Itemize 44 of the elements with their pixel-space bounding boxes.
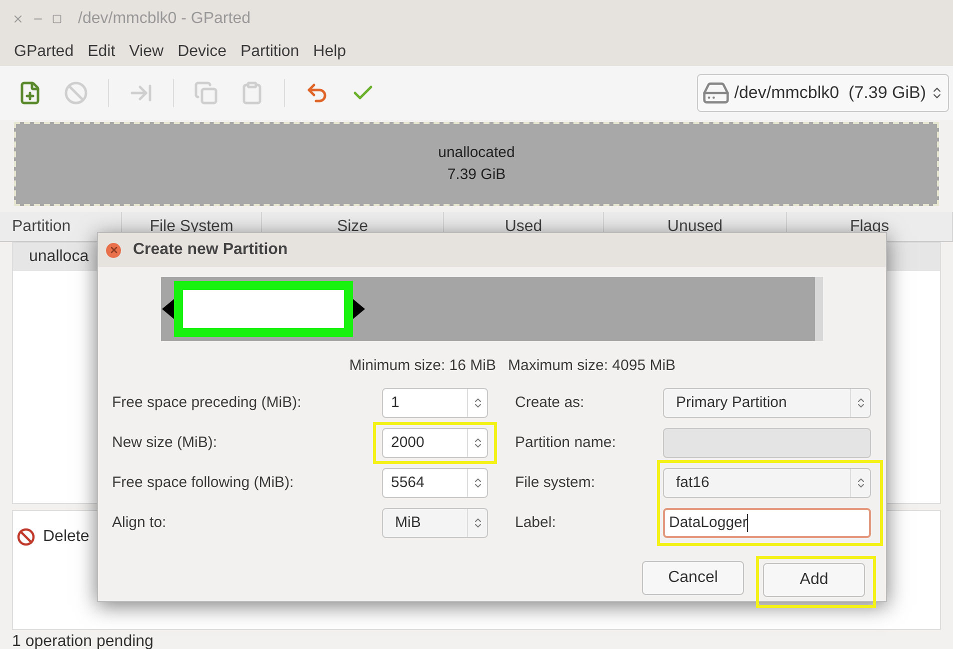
spin-field[interactable]: 1 [382,388,488,418]
left-arrow-icon[interactable] [162,299,174,319]
right-arrow-icon[interactable] [353,299,366,319]
menu-item[interactable]: Partition [234,40,306,64]
dropdown[interactable]: Primary Partition [663,388,871,418]
dropdown[interactable]: fat16 [663,468,871,498]
maximum-size-text: Maximum size: 4095 MiB [508,356,676,376]
new-file-icon [18,81,42,105]
copy-icon [194,81,218,105]
table-cell-text: unalloca [29,247,89,267]
spin-field[interactable]: 2000 [382,428,488,458]
operation-text: Delete [43,527,90,547]
menu-item[interactable]: GParted [8,40,80,64]
no-entry-icon [64,81,88,105]
maximize-icon[interactable] [52,14,62,24]
cancel-button[interactable]: Cancel [642,561,744,595]
field-label: Partition name: [515,432,617,453]
spin-field[interactable]: 5564 [382,468,488,498]
field-label: Align to: [112,512,168,533]
partition-size: 7.39 GiB [447,165,506,185]
track-end-cap [815,277,823,341]
undo-arrow-icon [305,81,329,105]
dropdown[interactable]: MiB [382,508,488,538]
menu-item[interactable]: View [123,40,170,64]
status-text: 1 operation pending [11,632,154,649]
text-field[interactable]: DataLogger [663,508,871,538]
field-label: Label: [515,512,557,533]
menu-item[interactable]: Edit [82,40,122,64]
clipboard-icon [240,81,264,105]
no-entry-icon [17,528,35,546]
field-label: Free space following (MiB): [112,472,295,493]
field-label: New size (MiB): [112,432,218,453]
window-title: /dev/mmcblk0 - GParted [78,9,250,29]
field-label: Free space preceding (MiB): [112,392,302,413]
menu-item[interactable]: Device [172,40,232,64]
field-label: Create as: [515,392,586,413]
field-label: File system: [515,472,596,493]
minimum-size-text: Minimum size: 16 MiB [348,356,496,376]
menu-item[interactable]: Help [307,40,352,64]
add-button[interactable]: Add [763,563,865,597]
close-icon[interactable] [106,242,121,258]
partition-label: unallocated [438,142,515,162]
device-selector[interactable]: /dev/mmcblk0 (7.39 GiB) [697,74,949,112]
dialog-title: Create new Partition [133,240,288,260]
